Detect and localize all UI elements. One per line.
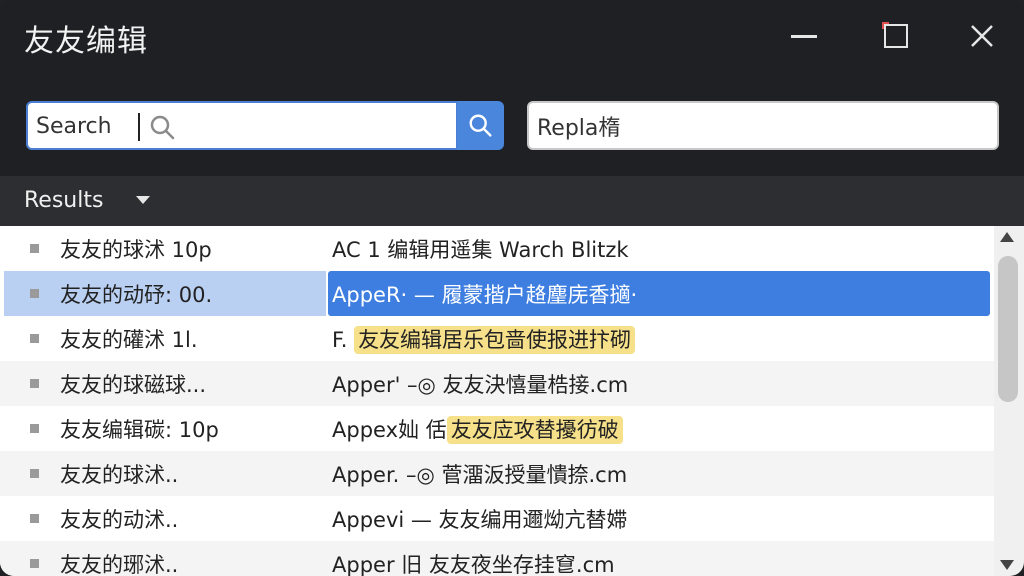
result-match: AC 1 编辑用遥集 Warch Blitzk: [332, 234, 629, 264]
minimize-icon: [791, 34, 817, 38]
match-text: AppeR· — 履蒙揩户䞦麈庑香擿·: [332, 283, 638, 307]
match-text: Apper. –◎ 菅澑汳授量憒捺.cm: [332, 463, 628, 487]
maximize-icon: [882, 22, 908, 48]
close-button[interactable]: [958, 14, 1006, 58]
scroll-down-arrow-icon[interactable]: [1000, 560, 1014, 570]
bullet-icon: [30, 289, 39, 298]
match-text: F.: [332, 328, 355, 352]
result-name: 友友的礶沭 1l.: [60, 328, 198, 352]
results-list: 友友的球沭 10p AC 1 编辑用遥集 Warch Blitzk 友友的动䂛: 0…: [0, 226, 994, 576]
search-field[interactable]: [26, 101, 458, 150]
scroll-up-arrow-icon[interactable]: [1000, 232, 1014, 242]
minimize-button[interactable]: [780, 14, 828, 58]
result-match: Apper. –◎ 菅澑汳授量憒捺.cm: [332, 459, 627, 489]
replace-field[interactable]: [527, 101, 999, 150]
result-match: AppeR· — 履蒙揩户䞦麈庑香擿·: [332, 279, 637, 309]
search-icon: [150, 115, 175, 140]
results-header: Results: [0, 176, 1024, 226]
maximize-button[interactable]: [872, 14, 920, 58]
result-name: 友友编辑碳: 10p: [60, 418, 219, 442]
result-match: Apper 旧 友友夜坐存挂䆞.cm: [332, 549, 615, 576]
result-row[interactable]: 友友的琊沭.. Apper 旧 友友夜坐存挂䆞.cm: [0, 541, 994, 576]
result-name: 友友的球沭..: [60, 463, 179, 487]
result-row[interactable]: 友友的球沭 10p AC 1 编辑用遥集 Warch Blitzk: [0, 226, 994, 271]
bullet-icon: [30, 379, 39, 388]
scrollbar-thumb[interactable]: [998, 256, 1018, 402]
title-bar: 友友编辑: [0, 0, 1024, 72]
result-name: 友友的球沭 10p: [60, 238, 212, 262]
bullet-icon: [30, 424, 39, 433]
result-match: Apper' –◎ 友友決憘量梏接.cm: [332, 369, 628, 399]
result-name: 友友的动沭..: [60, 508, 179, 532]
results-label: Results: [24, 188, 104, 213]
match-highlight: 友友㡴攻替擾彷破: [446, 416, 623, 444]
match-text: Apper' –◎ 友友決憘量梏接.cm: [332, 373, 629, 397]
result-row[interactable]: 友友编辑碳: 10p Appex奾 ‍佸 友友㡴攻替擾彷破: [0, 406, 994, 451]
result-match: Appex奾 ‍佸 友友㡴攻替擾彷破: [332, 414, 623, 444]
result-match: F. 友友编辑居乐包啬使报进抃砌: [332, 324, 636, 354]
bullet-icon: [30, 514, 39, 523]
search-input[interactable]: [36, 109, 146, 143]
window-title: 友友编辑: [24, 24, 148, 59]
bullet-icon: [30, 559, 39, 568]
search-icon: [469, 114, 492, 137]
text-caret: [138, 113, 140, 141]
result-name: 友友的动䂛: 00.: [60, 283, 213, 307]
result-match: Appevi — 友友编用邇㶭亢替㛿: [332, 504, 628, 534]
result-row[interactable]: 友友的球沭.. Apper. –◎ 菅澑汳授量憒捺.cm: [0, 451, 994, 496]
result-row[interactable]: 友友的动沭.. Appevi — 友友编用邇㶭亢替㛿: [0, 496, 994, 541]
match-text: AC 1 编辑用遥集 Warch Blitzk: [332, 238, 629, 262]
match-text: Appevi — 友友编用邇㶭亢替㛿: [332, 508, 628, 532]
app-window: 友友编辑 Results 友友的球沭: [0, 0, 1024, 576]
close-icon: [971, 25, 993, 47]
chevron-down-icon[interactable]: [136, 196, 150, 204]
result-row[interactable]: 友友的球磁球... Apper' –◎ 友友決憘量梏接.cm: [0, 361, 994, 406]
bullet-icon: [30, 469, 39, 478]
result-name: 友友的琊沭..: [60, 553, 179, 576]
result-name: 友友的球磁球...: [60, 373, 207, 397]
match-highlight: 友友编辑居乐包啬使报进抃砌: [354, 326, 636, 354]
result-row[interactable]: 友友的礶沭 1l. F. 友友编辑居乐包啬使报进抃砌: [0, 316, 994, 361]
match-text: Apper 旧 友友夜坐存挂䆞.cm: [332, 553, 615, 576]
bullet-icon: [30, 334, 39, 343]
bullet-icon: [30, 244, 39, 253]
search-button[interactable]: [457, 101, 504, 150]
match-text: Appex奾 ‍佸: [332, 418, 447, 442]
replace-input[interactable]: [537, 109, 977, 143]
result-row[interactable]: 友友的动䂛: 00. AppeR· — 履蒙揩户䞦麈庑香擿·: [0, 271, 994, 316]
